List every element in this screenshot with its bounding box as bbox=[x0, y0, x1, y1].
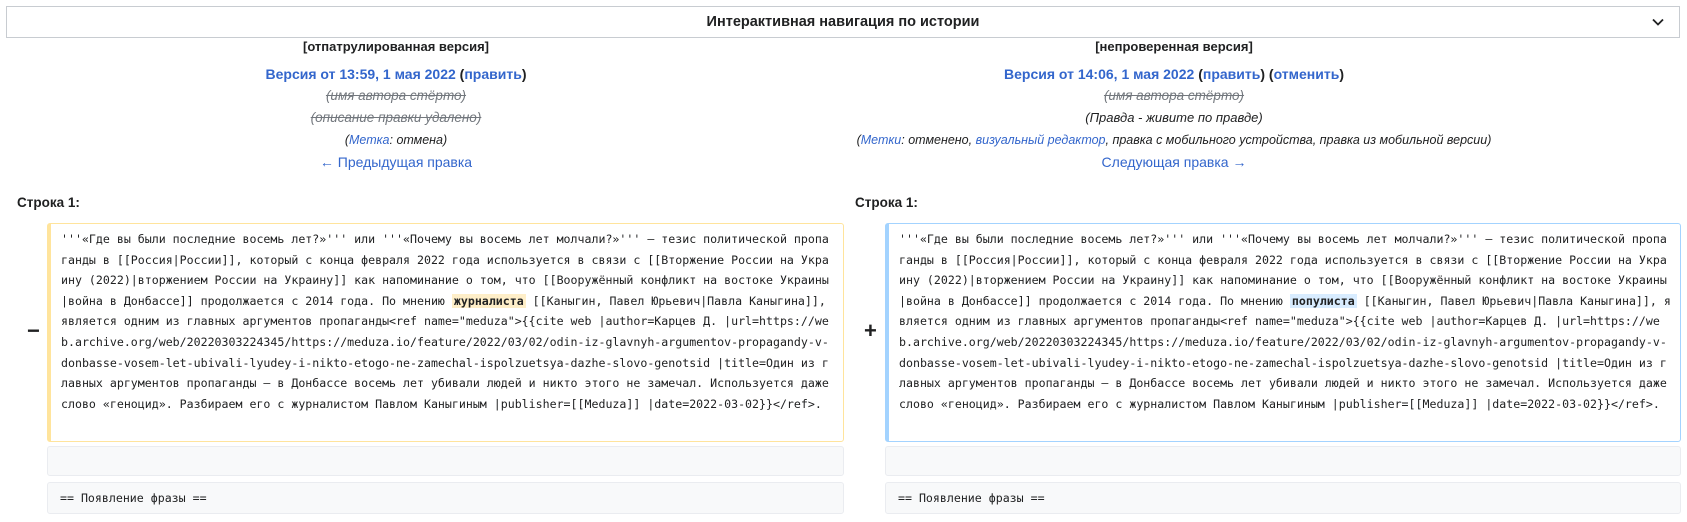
added-line: '''«Где вы были последние восемь лет?»''… bbox=[885, 223, 1681, 442]
history-navigation-title: Интерактивная навигация по истории bbox=[706, 14, 980, 30]
old-revision-tag-label[interactable]: Метка bbox=[349, 133, 390, 147]
previous-edit-link[interactable]: ← Предыдущая правка bbox=[320, 154, 472, 170]
new-revision-undo-link[interactable]: отменить bbox=[1274, 66, 1340, 82]
new-revision-tag-1: отменено bbox=[908, 133, 969, 147]
old-revision-author: (имя автора стёрто) bbox=[325, 88, 467, 103]
new-revision-author: (имя автора стёрто) bbox=[1103, 88, 1245, 103]
deleted-text-after: [[Каныгин, Павел Юрьевич|Павла Каныгина]… bbox=[61, 293, 829, 411]
deleted-word: журналиста bbox=[451, 293, 526, 308]
old-revision-tag-value: отмена bbox=[396, 133, 444, 147]
old-line-label: Строка 1: bbox=[17, 195, 80, 210]
context-empty-right bbox=[885, 446, 1681, 476]
context-heading-right: == Появление фразы == bbox=[885, 482, 1681, 514]
new-revision-tag-rest: правка с мобильного устройства, правка и… bbox=[1112, 133, 1488, 147]
chevron-down-icon[interactable] bbox=[1651, 15, 1665, 29]
new-revision-tags-label[interactable]: Метки bbox=[861, 133, 902, 147]
new-revision-header: [непроверенная версия] Версия от 14:06, … bbox=[824, 36, 1524, 174]
new-revision-status: [непроверенная версия] bbox=[1095, 39, 1253, 54]
added-word: популиста bbox=[1289, 293, 1357, 308]
old-revision-summary: (описание правки удалено) bbox=[310, 110, 482, 125]
old-revision-header: [отпатрулированная версия] Версия от 13:… bbox=[46, 36, 746, 174]
new-revision-tags: (Метки: отменено, визуальный редактор, п… bbox=[856, 133, 1492, 147]
new-revision-link[interactable]: Версия от 14:06, 1 мая 2022 bbox=[1004, 66, 1194, 82]
old-revision-tags: (Метка: отмена) bbox=[344, 133, 448, 147]
old-revision-title: Версия от 13:59, 1 мая 2022 (править) bbox=[265, 66, 527, 82]
new-revision-edit-link[interactable]: править bbox=[1203, 66, 1260, 82]
new-revision-title: Версия от 14:06, 1 мая 2022 (править) (о… bbox=[1004, 66, 1344, 82]
diff-page: { "nav": { "title": "Интерактивная навиг… bbox=[0, 0, 1687, 522]
new-revision-summary: (Правда - живите по правде) bbox=[1085, 110, 1263, 125]
new-line-label: Строка 1: bbox=[855, 195, 918, 210]
history-navigation-toggle[interactable]: Интерактивная навигация по истории bbox=[6, 6, 1680, 38]
deleted-line-marker: − bbox=[27, 318, 40, 343]
context-heading-left: == Появление фразы == bbox=[47, 482, 844, 514]
old-revision-status: [отпатрулированная версия] bbox=[302, 39, 490, 54]
next-edit-link[interactable]: Следующая правка → bbox=[1102, 154, 1247, 170]
deleted-line: '''«Где вы были последние восемь лет?»''… bbox=[47, 223, 844, 442]
old-revision-edit-link[interactable]: править bbox=[464, 66, 521, 82]
old-revision-link[interactable]: Версия от 13:59, 1 мая 2022 bbox=[266, 66, 456, 82]
added-line-marker: + bbox=[864, 318, 877, 343]
new-revision-tag-2[interactable]: визуальный редактор bbox=[976, 133, 1106, 147]
context-empty-left bbox=[47, 446, 844, 476]
added-text-after: [[Каныгин, Павел Юрьевич|Павла Каныгина]… bbox=[899, 293, 1671, 411]
